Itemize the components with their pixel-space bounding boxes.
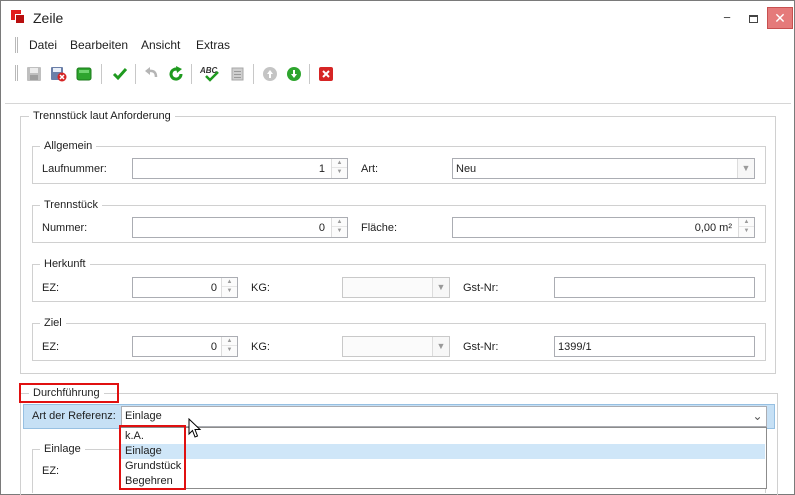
ziel-ez-field[interactable]: 0 ▲ ▼ [132, 336, 238, 357]
flaeche-spinner[interactable]: ▲ ▼ [738, 218, 754, 237]
maximize-button[interactable] [741, 7, 765, 29]
herkunft-ez-field[interactable]: 0 ▲ ▼ [132, 277, 238, 298]
toolbar: ABC [15, 61, 791, 87]
ziel-gst-label: Gst-Nr: [463, 341, 499, 353]
ziel-kg-select[interactable]: ▼ [342, 336, 450, 357]
menu-ansicht[interactable]: Ansicht [141, 38, 180, 52]
spin-up-icon[interactable]: ▲ [332, 218, 347, 227]
window: Zeile − ✕ Datei Bearbeiten Ansicht Extra… [0, 0, 795, 495]
section-title: Trennstück laut Anforderung [29, 110, 175, 122]
herkunft-kg-label: KG: [251, 282, 270, 294]
nummer-value: 0 [318, 222, 325, 234]
menu-grip[interactable] [15, 37, 18, 53]
art-label: Art: [361, 163, 379, 175]
save-close-icon[interactable] [49, 65, 67, 83]
spin-down-icon[interactable]: ▼ [739, 227, 754, 236]
refresh-icon[interactable] [167, 65, 185, 83]
nummer-field[interactable]: 0 ▲ ▼ [132, 217, 348, 238]
art-referenz-select[interactable]: Einlage ⌄ [121, 406, 767, 427]
app-icon [11, 10, 25, 24]
laufnummer-value: 1 [318, 163, 325, 175]
art-select[interactable]: Neu ▼ [452, 158, 755, 179]
close-button[interactable]: ✕ [767, 7, 793, 29]
chevron-down-icon[interactable]: ▼ [432, 278, 449, 297]
herkunft-kg-select[interactable]: ▼ [342, 277, 450, 298]
einlage-ez-label: EZ: [42, 465, 60, 477]
art-referenz-dropdown: k.A. Einlage Grundstück Begehren [119, 427, 767, 489]
header-divider [5, 103, 791, 104]
spin-up-icon[interactable]: ▲ [332, 159, 347, 168]
ziel-gst-field[interactable]: 1399/1 [554, 336, 755, 357]
toolbar-separator [101, 64, 102, 84]
menu-bearbeiten[interactable]: Bearbeiten [70, 38, 128, 52]
print-icon[interactable] [229, 65, 247, 83]
dropdown-option-einlage[interactable]: Einlage [121, 444, 765, 459]
new-green-icon[interactable] [75, 65, 93, 83]
flaeche-label: Fläche: [361, 222, 398, 234]
ziel-ez-spinner[interactable]: ▲ ▼ [221, 337, 237, 356]
toolbar-separator [253, 64, 254, 84]
art-referenz-label: Art der Referenz: [32, 410, 116, 422]
art-value: Neu [456, 163, 477, 175]
toolbar-separator [309, 64, 310, 84]
title-bar: Zeile − ✕ [1, 1, 794, 34]
group-einlage-legend: Einlage [40, 443, 85, 455]
group-ziel-legend: Ziel [40, 317, 66, 329]
laufnummer-spinner[interactable]: ▲ ▼ [331, 159, 347, 178]
group-allgemein-legend: Allgemein [40, 140, 97, 152]
spin-up-icon[interactable]: ▲ [222, 337, 237, 346]
menu-bar: Datei Bearbeiten Ansicht Extras [15, 37, 791, 55]
flaeche-value: 0,00 m² [694, 222, 732, 234]
window-title: Zeile [33, 10, 64, 26]
herkunft-ez-value: 0 [210, 282, 217, 294]
spellcheck-icon[interactable]: ABC [199, 65, 223, 83]
dropdown-option-ka[interactable]: k.A. [121, 429, 765, 444]
herkunft-gst-field[interactable] [554, 277, 755, 298]
spin-down-icon[interactable]: ▼ [222, 346, 237, 355]
ziel-ez-label: EZ: [42, 341, 60, 353]
spin-down-icon[interactable]: ▼ [222, 287, 237, 296]
toolbar-separator [135, 64, 136, 84]
spin-down-icon[interactable]: ▼ [332, 168, 347, 177]
toolbar-separator [191, 64, 192, 84]
minimize-icon: − [723, 10, 731, 25]
menu-datei[interactable]: Datei [29, 38, 57, 52]
herkunft-ez-spinner[interactable]: ▲ ▼ [221, 278, 237, 297]
toolbar-grip[interactable] [15, 65, 18, 81]
close-icon: ✕ [774, 10, 786, 26]
spin-up-icon[interactable]: ▲ [739, 218, 754, 227]
annotation-box-legend [19, 383, 119, 403]
down-icon[interactable] [285, 65, 303, 83]
chevron-down-icon[interactable]: ▼ [737, 159, 754, 178]
spin-up-icon[interactable]: ▲ [222, 278, 237, 287]
ziel-ez-value: 0 [210, 341, 217, 353]
mouse-cursor-icon [188, 417, 202, 440]
delete-icon[interactable] [317, 65, 335, 83]
group-trennstueck-legend: Trennstück [40, 199, 103, 211]
menu-extras[interactable]: Extras [196, 38, 230, 52]
chevron-down-icon[interactable]: ⌄ [749, 407, 766, 426]
laufnummer-field[interactable]: 1 ▲ ▼ [132, 158, 348, 179]
up-icon[interactable] [261, 65, 279, 83]
dropdown-option-grundstueck[interactable]: Grundstück [121, 459, 765, 474]
group-herkunft-legend: Herkunft [40, 258, 90, 270]
maximize-icon [748, 14, 758, 23]
save-disabled-icon[interactable] [25, 65, 43, 83]
ziel-kg-label: KG: [251, 341, 270, 353]
chevron-down-icon[interactable]: ▼ [432, 337, 449, 356]
undo-icon[interactable] [143, 65, 161, 83]
nummer-label: Nummer: [42, 222, 88, 234]
art-referenz-value: Einlage [125, 410, 162, 422]
spin-down-icon[interactable]: ▼ [332, 227, 347, 236]
check-icon[interactable] [111, 65, 129, 83]
dropdown-option-begehren[interactable]: Begehren [121, 474, 765, 489]
ziel-gst-value: 1399/1 [558, 341, 592, 353]
annotation-box-options [119, 425, 186, 490]
laufnummer-label: Laufnummer: [42, 163, 107, 175]
flaeche-field[interactable]: 0,00 m² ▲ ▼ [452, 217, 755, 238]
herkunft-ez-label: EZ: [42, 282, 60, 294]
nummer-spinner[interactable]: ▲ ▼ [331, 218, 347, 237]
herkunft-gst-label: Gst-Nr: [463, 282, 499, 294]
minimize-button[interactable]: − [715, 7, 739, 29]
